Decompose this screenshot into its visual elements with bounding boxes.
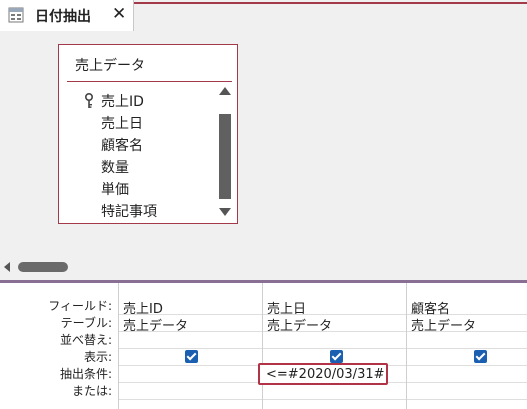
tab-title: 日付抽出 [35,9,91,25]
table-title: 売上データ [75,58,145,74]
scroll-up-arrow-icon[interactable] [219,87,231,95]
tab-date-extract[interactable]: 日付抽出 ✕ [0,0,134,31]
scroll-thumb[interactable] [219,114,231,199]
horizontal-scroll-thumb[interactable] [18,262,68,272]
criteria-input[interactable]: <=#2020/03/31# [258,363,388,385]
criteria-value: <=#2020/03/31# [266,367,385,382]
show-checkbox[interactable] [474,350,487,363]
tab-bar-accent-line [134,2,527,4]
table-cell[interactable]: 売上データ [411,315,476,334]
field-list-scrollbar[interactable] [218,85,232,219]
grid-column[interactable]: 顧客名 売上データ [406,283,527,409]
row-label-criteria: 抽出条件: [59,367,112,381]
field-item[interactable]: 単価 [101,179,129,199]
scroll-left-arrow-icon[interactable] [4,262,10,272]
grid-column[interactable]: 売上ID 売上データ [118,283,262,409]
field-item[interactable]: 売上日 [101,113,143,133]
table-title-divider [67,81,232,82]
row-label-table: テーブル: [60,316,112,330]
row-label-field: フィールド: [48,299,112,313]
scroll-down-arrow-icon[interactable] [219,208,231,216]
field-item[interactable]: 顧客名 [101,135,143,155]
table-field-list[interactable]: 売上データ 売上ID 売上日 顧客名 数量 単価 特記事項 [58,44,238,224]
field-item[interactable]: 売上ID [101,91,144,111]
close-icon[interactable]: ✕ [112,4,126,24]
table-cell[interactable]: 売上データ [267,315,332,334]
grid-column[interactable]: 売上日 売上データ [262,283,406,409]
show-checkbox[interactable] [330,350,343,363]
show-checkbox[interactable] [185,350,198,363]
primary-key-icon [85,93,93,108]
grid-row-labels: フィールド: テーブル: 並べ替え: 表示: 抽出条件: または: [0,283,118,409]
design-horizontal-scrollbar[interactable] [0,258,527,278]
field-item[interactable]: 特記事項 [101,201,157,221]
document-tab-bar: 日付抽出 ✕ [0,0,527,31]
query-design-area[interactable]: 売上データ 売上ID 売上日 顧客名 数量 単価 特記事項 [0,31,527,258]
query-grid: フィールド: テーブル: 並べ替え: 表示: 抽出条件: または: 売上ID 売… [0,283,527,409]
field-item[interactable]: 数量 [101,157,129,177]
row-label-or: または: [71,384,112,398]
row-label-sort: 並べ替え: [59,333,112,347]
table-cell[interactable]: 売上データ [123,315,188,334]
query-icon [8,7,24,23]
row-label-show: 表示: [83,350,112,364]
